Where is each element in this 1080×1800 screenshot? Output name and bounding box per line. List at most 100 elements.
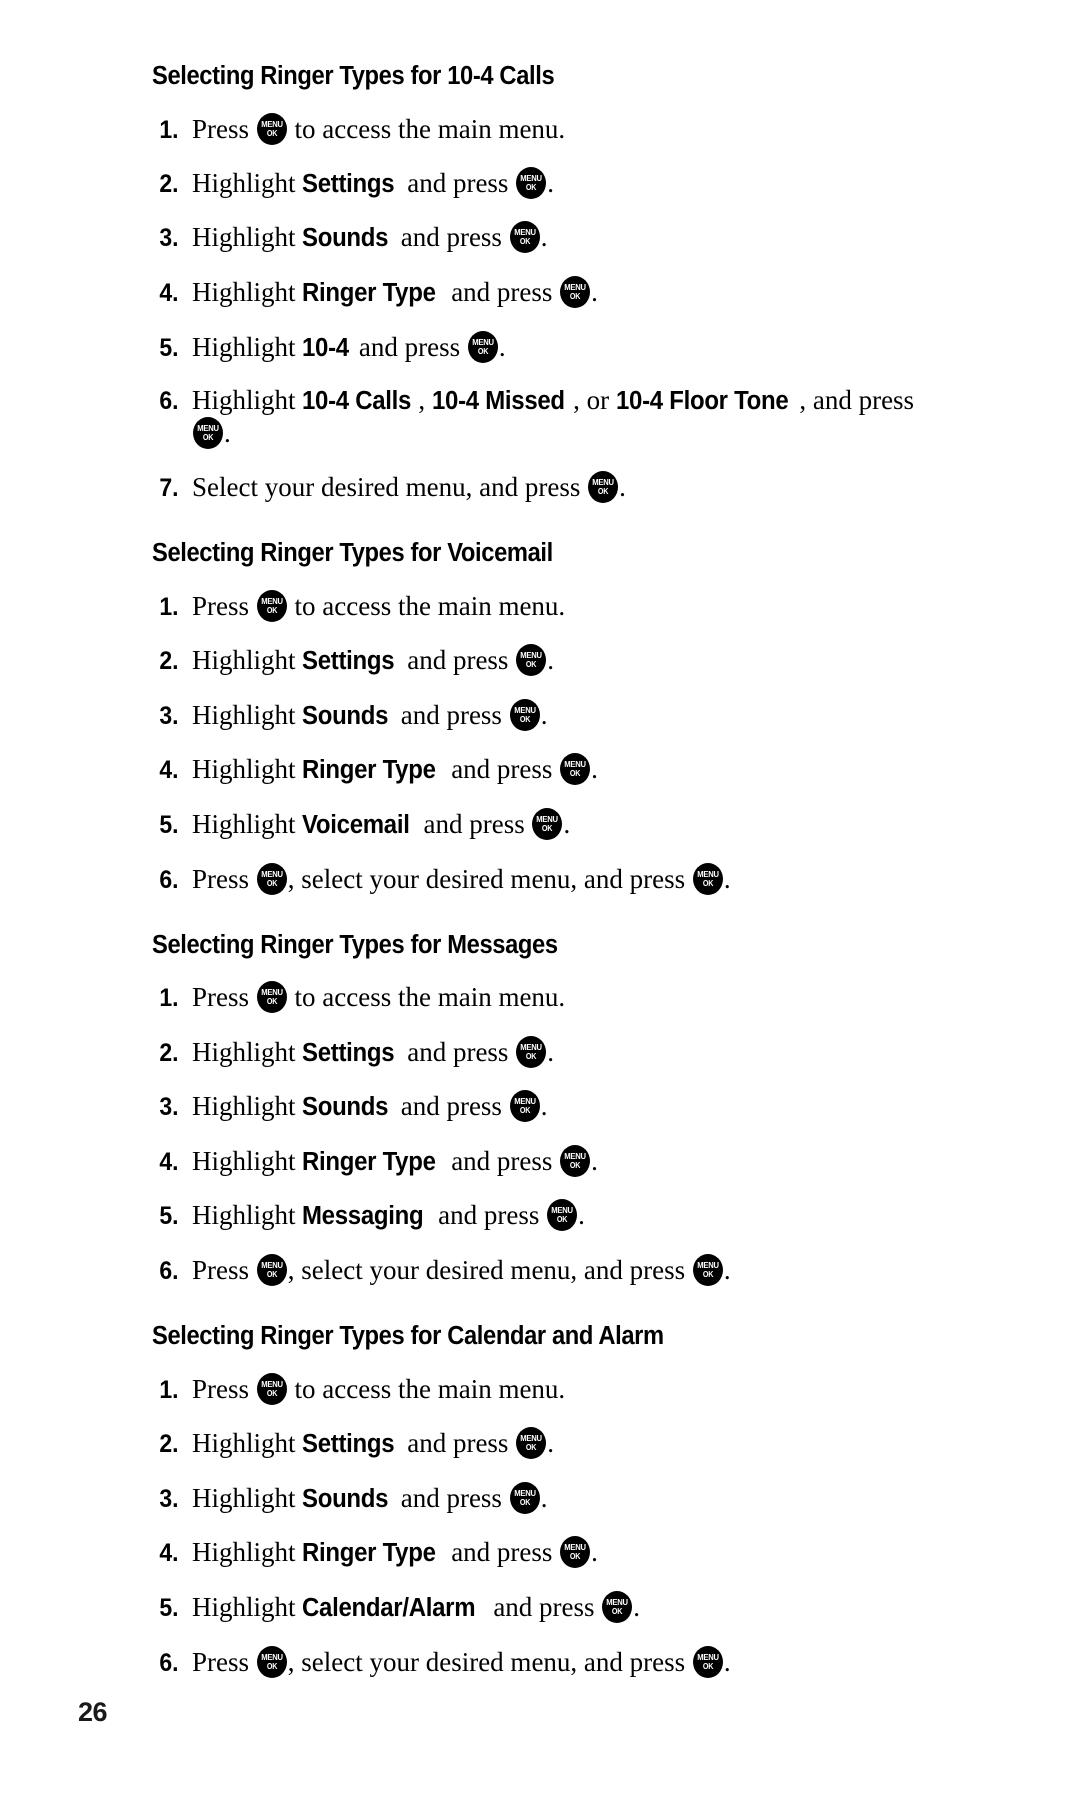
step-text-run: . [540,1091,548,1122]
menu-item-name: Settings [302,647,395,676]
menu-key-label-bottom: OK [556,1215,568,1225]
menu-item-name: Messaging [302,1202,424,1231]
step-item: 4. Highlight Ringer Type and press MENU OK… [152,1536,942,1569]
menu-key-label-bottom: OK [266,997,278,1007]
step-text-run: Highlight [192,1537,303,1568]
menu-item-name: Sounds [302,224,389,253]
step-number: 3. [159,1093,179,1122]
step-text: Press MENU OK, select your desired menu, … [192,862,942,895]
step-text-run: . [540,699,548,730]
step-number: 2. [159,169,179,198]
step-number: 4. [159,1539,179,1568]
menu-ok-key-icon: MENU OK [467,330,498,363]
step-text-run: and press [444,1537,560,1568]
step-text: Highlight Ringer Type and press MENU OK. [192,753,942,786]
menu-ok-key-icon: MENU OK [509,1090,540,1123]
step-text-run: and press [444,754,560,785]
menu-item-name: Calendar/Alarm [302,1593,476,1622]
menu-key-label-bottom: OK [202,432,214,442]
step-number: 1. [159,592,179,621]
step-list: 1. Press MENU OK to access the main menu. 2… [152,589,942,895]
step-text-run: and press [393,699,509,730]
step-text: Press MENU OK, select your desired menu, … [192,1645,942,1678]
step-text-run: . [723,1255,731,1286]
step-item: 2. Highlight Settings and press MENU OK. [152,166,942,200]
menu-key-label-top: MENU [551,1205,573,1216]
menu-item-name: 10-4 Missed [431,387,565,416]
step-text-run: to access the main menu. [287,1373,566,1404]
step-number: 6. [159,865,179,894]
step-text-run: , or [573,385,616,416]
menu-item-name: Sounds [302,701,389,730]
step-item: 5. Highlight Voicemail and press MENU OK. [152,807,942,841]
menu-key-label-top: MENU [520,172,542,183]
step-item: 2. Highlight Settings and press MENU OK. [152,1035,942,1069]
step-text: Highlight 10-4 and press MENU OK. [192,330,942,364]
menu-item-name: Settings [302,1038,395,1067]
step-number: 6. [159,1257,179,1286]
menu-item-name: Ringer Type [302,1539,436,1568]
menu-key-label-top: MENU [520,1041,542,1052]
step-text-run: . [498,331,506,362]
step-text-run: . [591,1145,598,1176]
menu-key-label-bottom: OK [266,128,278,138]
step-number: 3. [159,224,179,253]
menu-ok-key-icon: MENU OK [256,981,287,1014]
menu-key-label-top: MENU [536,813,559,824]
step-text: Highlight Ringer Type and press MENU OK. [192,1144,942,1178]
step-list: 1. Press MENU OK to access the main menu. 2… [152,1372,942,1678]
menu-ok-key-icon: MENU OK [516,1427,547,1460]
step-text-run: , and press [799,385,915,416]
step-text-run: , select your desired menu, and press [287,1646,692,1677]
step-list: 1. Press MENU OK to access the main menu. 2… [152,981,942,1287]
menu-item-name: 10-4 Calls [302,387,412,416]
step-list: 1. Press MENU OK to access the main menu. 2… [152,112,942,504]
menu-key-label-bottom: OK [519,1497,531,1507]
step-item: 6. Press MENU OK, select your desired menu… [152,1645,942,1678]
step-text-run: . [547,1428,554,1459]
step-text-run: Press [192,1646,256,1677]
menu-key-label-top: MENU [261,1651,283,1662]
step-text-run: . [547,1036,554,1067]
page-content: Selecting Ringer Types for 10-4 Calls 1. P… [152,62,942,1678]
menu-ok-key-icon: MENU OK [193,416,223,449]
menu-key-label-bottom: OK [526,182,537,192]
menu-key-label-bottom: OK [266,1661,278,1671]
menu-item-name: Settings [302,169,395,198]
step-number: 4. [159,756,179,785]
step-number: 2. [159,1038,179,1067]
step-item: 6. Press MENU OK, select your desired menu… [152,1254,942,1287]
step-text-run: Highlight [192,1482,303,1513]
step-item: 1. Press MENU OK to access the main menu. [152,981,942,1014]
menu-item-name: Voicemail [302,810,410,839]
menu-key-label-bottom: OK [702,1661,714,1671]
step-text-run: Highlight [192,331,303,362]
menu-item-name: Settings [302,1430,395,1459]
menu-ok-key-icon: MENU OK [560,1536,591,1569]
menu-ok-key-icon: MENU OK [547,1199,578,1232]
menu-key-label-top: MENU [564,1542,586,1553]
menu-key-label-top: MENU [697,1260,719,1271]
step-text-run: , select your desired menu, and press [287,863,692,894]
step-text-run: Highlight [192,645,303,676]
menu-key-label-bottom: OK [526,660,537,670]
step-text-run: and press [393,1091,509,1122]
menu-ok-key-icon: MENU OK [516,644,547,677]
step-item: 6. Press MENU OK, select your desired menu… [152,862,942,895]
menu-key-label-top: MENU [261,118,283,129]
step-number: 6. [159,1648,179,1677]
menu-ok-key-icon: MENU OK [560,753,591,786]
menu-item-name: 10-4 [302,333,350,362]
menu-ok-key-icon: MENU OK [692,1254,723,1287]
menu-key-label-top: MENU [513,227,536,238]
step-text: Highlight Settings and press MENU OK. [192,1427,942,1460]
step-text-run: . [633,1591,641,1622]
step-text-run: and press [393,1482,509,1513]
menu-key-label-bottom: OK [266,1388,278,1398]
step-text-run: Highlight [192,1091,303,1122]
step-item: 2. Highlight Settings and press MENU OK. [152,644,942,677]
step-item: 1. Press MENU OK to access the main menu. [152,112,942,145]
step-text-run: . [723,863,731,894]
menu-key-label-top: MENU [697,868,719,879]
menu-key-label-bottom: OK [702,878,714,888]
